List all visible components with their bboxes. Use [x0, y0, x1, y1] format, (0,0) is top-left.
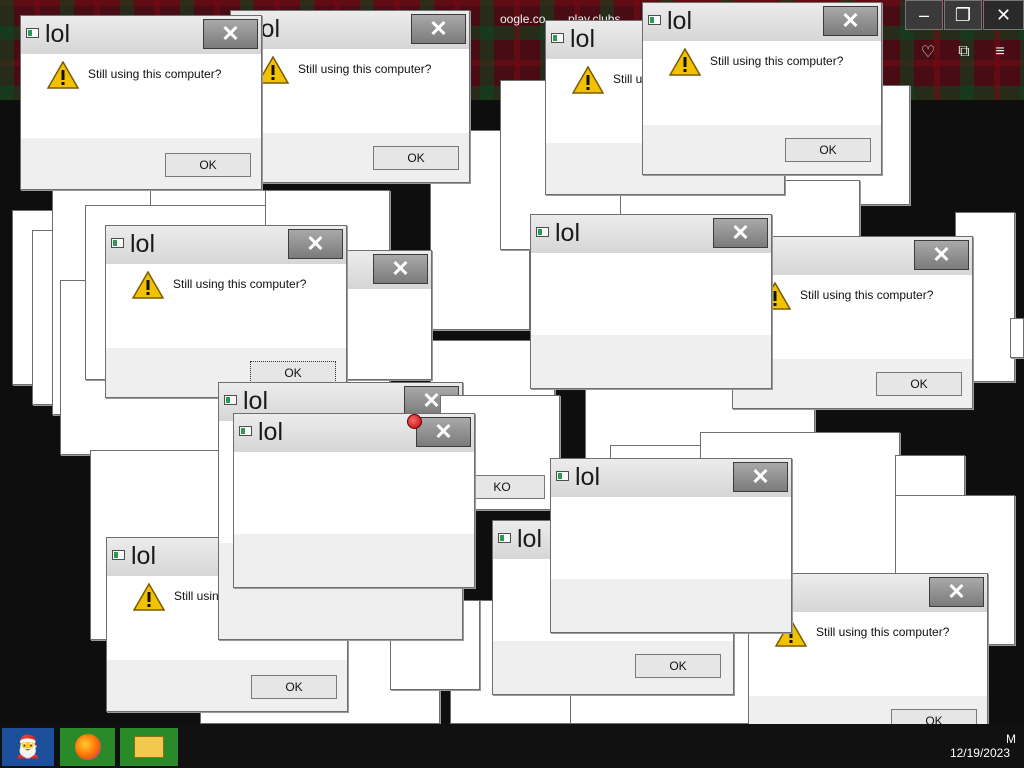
dialog-message: Still using this computer? — [800, 288, 934, 302]
warning-icon — [669, 48, 701, 76]
ok-button[interactable]: OK — [876, 372, 962, 396]
dialog-message: Still using this computer? — [88, 67, 222, 81]
dialog-titlebar[interactable]: lol ✕ — [106, 226, 346, 264]
dialog-message: Still using this computer? — [710, 54, 844, 68]
app-icon — [26, 28, 39, 38]
close-icon[interactable]: ✕ — [411, 14, 466, 44]
dialog-message: Still using this computer? — [298, 62, 432, 76]
clock-time[interactable]: M — [1006, 732, 1016, 746]
dialog-title: lol — [243, 387, 269, 415]
app-icon — [551, 33, 564, 43]
dialog-titlebar[interactable]: lol ✕ — [643, 3, 881, 41]
clock-date[interactable]: 12/19/2023 — [950, 746, 1010, 760]
warning-icon — [133, 583, 165, 611]
dialog-title: lol — [130, 230, 156, 258]
ok-button[interactable]: OK — [373, 146, 459, 170]
dialog-title: lol — [131, 542, 157, 570]
app-icon — [112, 550, 125, 560]
file-explorer-icon — [134, 736, 164, 758]
dialog-title: lol — [667, 7, 693, 35]
dialog-title: lol — [517, 525, 543, 553]
ok-button[interactable]: OK — [165, 153, 251, 177]
taskbar-file-explorer[interactable] — [120, 728, 178, 766]
close-icon[interactable]: ✕ — [416, 417, 471, 447]
dialog-title: lol — [555, 219, 581, 247]
app-icon — [239, 426, 252, 436]
dialog-window: lol ✕ Still using this computer? OK — [20, 15, 262, 190]
dialog-window — [1010, 318, 1024, 358]
dialog-message: Still using this computer? — [816, 625, 950, 639]
dialog-window: lol ✕ Still using this computer? OK — [105, 225, 347, 398]
close-icon[interactable]: ✕ — [914, 240, 969, 270]
app-icon — [498, 533, 511, 543]
dialog-titlebar[interactable]: lol ✕ — [531, 215, 771, 253]
santa-start-icon: 🎅 — [14, 734, 42, 759]
app-icon — [556, 471, 569, 481]
ok-button[interactable]: OK — [785, 138, 871, 162]
dialog-title: lol — [575, 463, 601, 491]
dialog-message: Still using this computer? — [173, 277, 307, 291]
dialog-titlebar[interactable]: lol ✕ — [21, 16, 261, 54]
close-window-button[interactable]: ✕ — [983, 0, 1024, 30]
close-icon[interactable]: ✕ — [733, 462, 788, 492]
minimize-button[interactable]: – — [905, 0, 943, 30]
firefox-icon — [74, 734, 101, 760]
app-icon — [648, 15, 661, 25]
dialog-title: lol — [258, 418, 284, 446]
warning-icon — [572, 66, 604, 94]
close-icon[interactable]: ✕ — [373, 254, 428, 284]
url-fragment[interactable]: oogle.co — [500, 12, 545, 26]
dialog-window: lol ✕ — [550, 458, 792, 633]
close-icon[interactable]: ✕ — [823, 6, 878, 36]
dialog-window: lol ✕ Still using this computer? OK — [230, 10, 470, 183]
mouse-cursor — [407, 414, 422, 429]
app-icon — [224, 395, 237, 405]
dialog-window: lol ✕ — [233, 413, 475, 588]
menu-icon[interactable]: ≡ — [988, 40, 1012, 64]
dialog-window: lol ✕ Still using this computer? OK — [642, 2, 882, 175]
start-button[interactable]: 🎅 — [2, 728, 54, 766]
dialog-window: lol ✕ — [530, 214, 772, 389]
dialog-titlebar[interactable]: lol ✕ — [234, 414, 474, 452]
extensions-icon[interactable]: ⧉ — [952, 40, 976, 64]
close-icon[interactable]: ✕ — [713, 218, 768, 248]
restore-button[interactable]: ❐ — [944, 0, 982, 30]
close-icon[interactable]: ✕ — [929, 577, 984, 607]
app-icon — [536, 227, 549, 237]
dialog-titlebar[interactable]: lol ✕ — [551, 459, 791, 497]
pocket-icon[interactable]: ♡ — [916, 40, 940, 64]
warning-icon — [47, 61, 79, 89]
ok-button[interactable]: OK — [635, 654, 721, 678]
ok-button[interactable]: OK — [251, 675, 337, 699]
dialog-titlebar[interactable]: lol ✕ — [231, 11, 469, 49]
dialog-title: lol — [45, 20, 71, 48]
dialog-title: lol — [570, 25, 596, 53]
warning-icon — [132, 271, 164, 299]
app-icon — [111, 238, 124, 248]
close-icon[interactable]: ✕ — [288, 229, 343, 259]
close-icon[interactable]: ✕ — [203, 19, 258, 49]
taskbar-firefox[interactable] — [60, 728, 115, 766]
